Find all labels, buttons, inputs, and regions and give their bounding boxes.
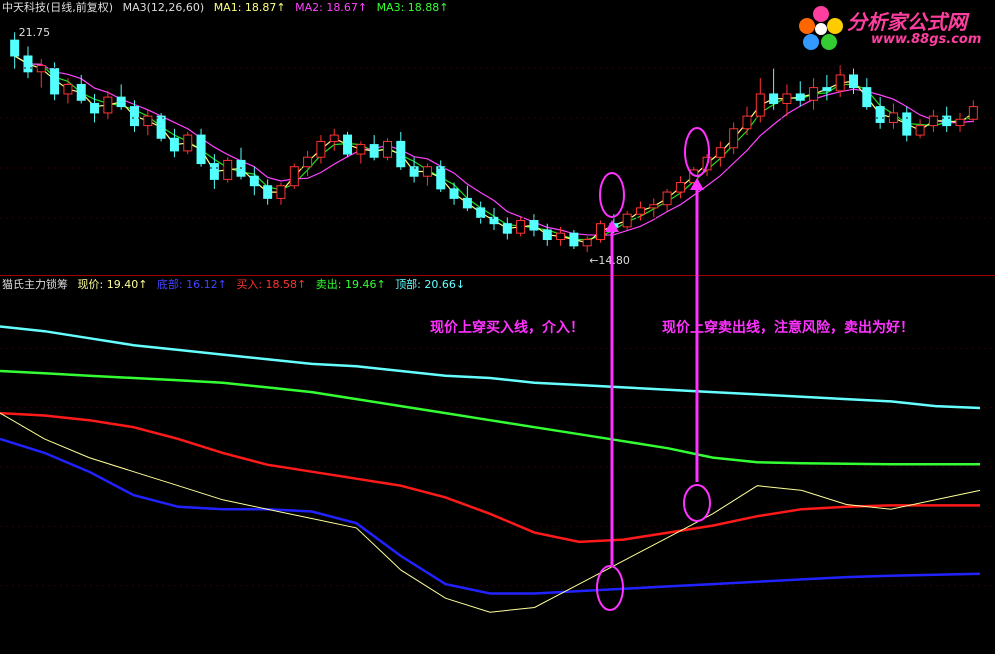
buy-arrow-head (605, 220, 619, 232)
signal-arrows (605, 178, 704, 565)
chart-stage: 21.75 ←14.80 中天科技(日线,前复权) MA3(12,26,60) M… (0, 0, 995, 654)
sell-arrow-head (690, 178, 704, 190)
